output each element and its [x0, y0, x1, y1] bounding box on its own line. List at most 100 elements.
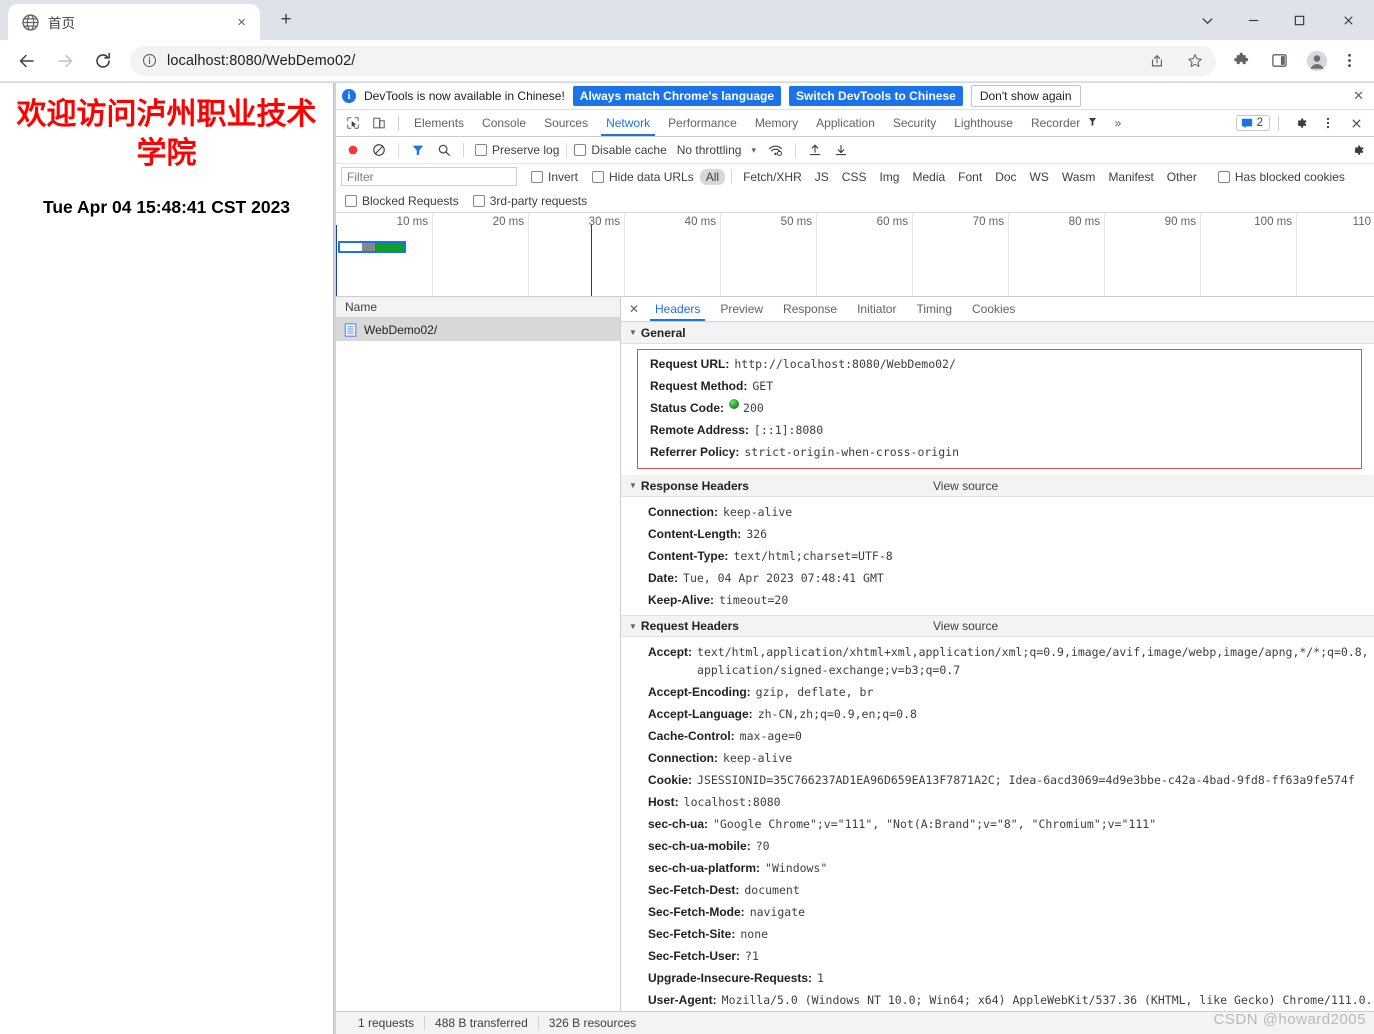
header-row: Request Method: GET — [638, 375, 1361, 397]
three-dot-menu-icon[interactable] — [1336, 48, 1362, 74]
has-blocked-cookies-box[interactable] — [1217, 170, 1230, 183]
tab-memory[interactable]: Memory — [746, 110, 807, 136]
filter-type-manifest[interactable]: Manifest — [1102, 169, 1159, 185]
tab-lighthouse[interactable]: Lighthouse — [945, 110, 1022, 136]
network-overview[interactable]: 10 ms 20 ms 30 ms 40 ms 50 ms 60 ms 70 m… — [336, 213, 1374, 297]
export-har-icon[interactable] — [829, 139, 853, 161]
address-bar[interactable]: localhost:8080/WebDemo02/ — [130, 45, 1216, 76]
import-har-icon[interactable] — [803, 139, 827, 161]
filter-type-fetch-xhr[interactable]: Fetch/XHR — [737, 169, 808, 185]
header-key: sec-ch-ua: — [648, 817, 709, 831]
tab-network[interactable]: Network — [597, 110, 659, 136]
forward-button[interactable] — [49, 45, 81, 77]
devtools-close-icon[interactable] — [1343, 112, 1369, 134]
tab-search-icon[interactable] — [1184, 0, 1230, 40]
invert-checkbox[interactable]: Invert — [531, 170, 578, 184]
detail-tab-initiator[interactable]: Initiator — [847, 297, 906, 321]
record-icon[interactable] — [341, 139, 365, 161]
page-heading: 欢迎访问泸州职业技术学院 — [16, 97, 317, 171]
devtools-menu-icon[interactable] — [1315, 112, 1341, 134]
inspect-element-icon[interactable] — [340, 112, 366, 134]
filter-input[interactable] — [341, 167, 517, 186]
side-panel-icon[interactable] — [1266, 48, 1292, 74]
switch-to-chinese-button[interactable]: Switch DevTools to Chinese — [789, 86, 963, 106]
tab-elements[interactable]: Elements — [405, 110, 473, 136]
section-header-response-headers[interactable]: ▼ Response Headers View source — [621, 475, 1374, 497]
detail-close-icon[interactable]: ✕ — [623, 302, 645, 316]
clear-icon[interactable] — [367, 139, 391, 161]
network-settings-gear-icon[interactable] — [1345, 139, 1369, 161]
filter-type-all[interactable]: All — [699, 168, 726, 185]
disable-cache-box[interactable] — [574, 144, 587, 156]
preserve-log-checkbox[interactable]: Preserve log — [475, 143, 559, 157]
filter-type-ws[interactable]: WS — [1024, 169, 1055, 185]
puzzle-icon[interactable] — [1228, 48, 1254, 74]
has-blocked-cookies-checkbox[interactable]: Has blocked cookies — [1217, 170, 1345, 184]
request-list-header[interactable]: Name — [336, 297, 620, 318]
gear-icon[interactable] — [1287, 112, 1313, 134]
filter-type-other[interactable]: Other — [1161, 169, 1203, 185]
view-source-link[interactable]: View source — [933, 479, 998, 493]
tab-performance[interactable]: Performance — [659, 110, 746, 136]
third-party-box[interactable] — [472, 194, 485, 207]
blocked-requests-checkbox[interactable]: Blocked Requests — [345, 194, 459, 208]
more-tabs-icon[interactable]: » — [1106, 110, 1131, 136]
header-row: Content-Type: text/html;charset=UTF-8 — [621, 545, 1374, 567]
section-header-general[interactable]: ▼ General — [621, 322, 1374, 344]
filter-type-font[interactable]: Font — [952, 169, 988, 185]
issues-badge[interactable]: 2 — [1235, 115, 1270, 131]
tab-recorder[interactable]: Recorder — [1022, 110, 1106, 136]
hide-data-urls-box[interactable] — [592, 170, 605, 183]
tab-sources[interactable]: Sources — [535, 110, 597, 136]
tab-close-icon[interactable]: × — [233, 13, 250, 32]
detail-tab-timing[interactable]: Timing — [906, 297, 962, 321]
share-icon[interactable] — [1144, 48, 1170, 74]
star-icon[interactable] — [1182, 48, 1208, 74]
detail-tab-response[interactable]: Response — [773, 297, 847, 321]
network-conditions-icon[interactable] — [764, 139, 788, 161]
tab-security[interactable]: Security — [884, 110, 945, 136]
header-key: Connection: — [648, 751, 718, 765]
banner-message: DevTools is now available in Chinese! — [364, 89, 565, 103]
third-party-requests-checkbox[interactable]: 3rd-party requests — [472, 194, 587, 208]
always-match-language-button[interactable]: Always match Chrome's language — [572, 86, 782, 106]
browser-tab[interactable]: 首页 × — [8, 4, 260, 40]
table-row[interactable]: WebDemo02/ — [336, 318, 620, 341]
throttling-select[interactable]: No throttling — [677, 143, 742, 157]
detail-tab-cookies[interactable]: Cookies — [962, 297, 1025, 321]
tab-application[interactable]: Application — [807, 110, 884, 136]
headers-scroll-area[interactable]: ▼ General Request URL: http://localhost:… — [621, 322, 1374, 1011]
minimize-button[interactable] — [1230, 0, 1276, 40]
close-window-button[interactable] — [1322, 0, 1374, 40]
back-button[interactable] — [11, 45, 43, 77]
device-toolbar-icon[interactable] — [366, 112, 392, 134]
maximize-button[interactable] — [1276, 0, 1322, 40]
banner-close-icon[interactable]: ✕ — [1353, 88, 1364, 104]
reload-button[interactable] — [87, 45, 119, 77]
chevron-down-icon[interactable]: ▾ — [751, 145, 756, 156]
filter-type-css[interactable]: CSS — [836, 169, 873, 185]
filter-type-img[interactable]: Img — [873, 169, 905, 185]
section-header-request-headers[interactable]: ▼ Request Headers View source — [621, 615, 1374, 637]
disable-cache-checkbox[interactable]: Disable cache — [574, 143, 667, 157]
filter-type-wasm[interactable]: Wasm — [1056, 169, 1102, 185]
dont-show-again-button[interactable]: Don't show again — [970, 85, 1081, 107]
section-title: General — [640, 325, 686, 340]
avatar-icon[interactable] — [1304, 48, 1330, 74]
filter-icon[interactable] — [406, 139, 430, 161]
detail-tab-headers[interactable]: Headers — [645, 297, 710, 321]
hide-data-urls-checkbox[interactable]: Hide data URLs — [592, 170, 694, 184]
detail-tab-preview[interactable]: Preview — [710, 297, 773, 321]
view-source-link[interactable]: View source — [933, 619, 998, 633]
invert-box[interactable] — [531, 170, 543, 183]
info-circle-icon[interactable] — [142, 53, 157, 68]
resources-size: 326 B resources — [548, 1016, 637, 1030]
search-icon[interactable] — [432, 139, 456, 161]
blocked-requests-box[interactable] — [345, 194, 357, 207]
preserve-log-box[interactable] — [475, 144, 487, 156]
filter-type-js[interactable]: JS — [809, 169, 835, 185]
filter-type-doc[interactable]: Doc — [989, 169, 1022, 185]
new-tab-button[interactable]: + — [272, 6, 300, 34]
filter-type-media[interactable]: Media — [906, 169, 951, 185]
tab-console[interactable]: Console — [473, 110, 535, 136]
